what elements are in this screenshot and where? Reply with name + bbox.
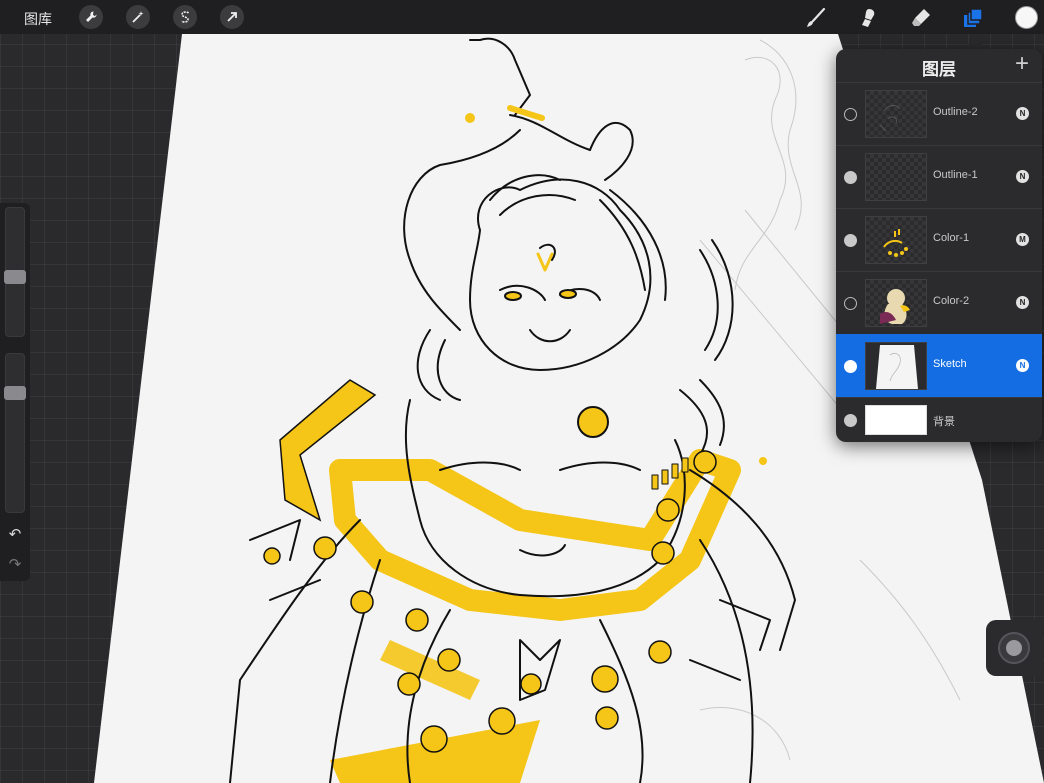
layer-row-sketch[interactable]: Sketch N: [836, 334, 1042, 397]
opacity-thumb[interactable]: [4, 386, 26, 400]
blend-mode-badge[interactable]: N: [1016, 170, 1029, 183]
add-layer-button[interactable]: +: [1012, 52, 1032, 76]
blend-mode-badge[interactable]: N: [1016, 359, 1029, 372]
top-toolbar: 图库: [0, 0, 1044, 34]
modify-button[interactable]: [986, 620, 1042, 676]
layer-name: Outline-1: [933, 169, 978, 181]
brush-icon: [807, 7, 826, 27]
brush-button[interactable]: [803, 5, 829, 31]
layers-icon: [964, 8, 983, 27]
layer-row-outline-2[interactable]: Outline-2 N: [836, 82, 1042, 145]
brush-size-thumb[interactable]: [4, 270, 26, 284]
layer-row-background[interactable]: 背景: [836, 397, 1042, 442]
layers-panel: 图层 + Outline-2 N Outline-1 N Color-1 M C…: [836, 49, 1042, 442]
gallery-button[interactable]: 图库: [24, 9, 52, 29]
layer-thumbnail: [865, 216, 927, 264]
layer-thumbnail: [865, 342, 927, 390]
layer-name: Color-1: [933, 232, 970, 244]
layer-visibility-checkbox[interactable]: [844, 234, 857, 247]
eraser-icon: [912, 9, 930, 26]
transform-arrow-icon: [227, 12, 237, 22]
redo-button[interactable]: ↷: [5, 555, 25, 575]
opacity-slider[interactable]: [4, 353, 26, 513]
layer-name: Color-2: [933, 295, 970, 307]
wrench-icon: [86, 11, 97, 22]
modify-ring: [998, 632, 1030, 664]
layer-visibility-checkbox[interactable]: [844, 297, 857, 310]
left-sidebar: ↶ ↷: [0, 203, 30, 581]
blend-mode-badge[interactable]: N: [1016, 107, 1029, 120]
layer-visibility-checkbox[interactable]: [844, 171, 857, 184]
layer-row-color-2[interactable]: Color-2 N: [836, 271, 1042, 334]
adjustments-button[interactable]: [126, 5, 150, 29]
blend-mode-badge[interactable]: M: [1016, 233, 1029, 246]
smudge-button[interactable]: [855, 5, 881, 31]
actions-button[interactable]: [79, 5, 103, 29]
selection-s-icon: [180, 11, 190, 23]
brush-size-slider[interactable]: [4, 207, 26, 337]
layer-row-color-1[interactable]: Color-1 M: [836, 208, 1042, 271]
layer-visibility-checkbox[interactable]: [844, 360, 857, 373]
layer-visibility-checkbox[interactable]: [844, 108, 857, 121]
layer-visibility-checkbox[interactable]: [844, 414, 857, 427]
layers-panel-caret: [964, 38, 986, 49]
layer-row-outline-1[interactable]: Outline-1 N: [836, 145, 1042, 208]
layer-thumbnail: [865, 405, 927, 435]
layer-thumbnail: [865, 153, 927, 201]
undo-button[interactable]: ↶: [5, 525, 25, 545]
layer-thumbnail: [865, 279, 927, 327]
layer-name: 背景: [933, 416, 955, 428]
layer-thumbnail: [865, 90, 927, 138]
transform-button[interactable]: [220, 5, 244, 29]
modify-dot: [1006, 640, 1022, 656]
color-swatch[interactable]: [1015, 6, 1038, 29]
smudge-icon: [862, 9, 875, 27]
magic-wand-icon: [132, 11, 144, 23]
layers-button[interactable]: [960, 5, 986, 31]
layer-name: Sketch: [933, 358, 967, 370]
blend-mode-badge[interactable]: N: [1016, 296, 1029, 309]
selection-button[interactable]: [173, 5, 197, 29]
eraser-button[interactable]: [908, 5, 934, 31]
layer-name: Outline-2: [933, 106, 978, 118]
